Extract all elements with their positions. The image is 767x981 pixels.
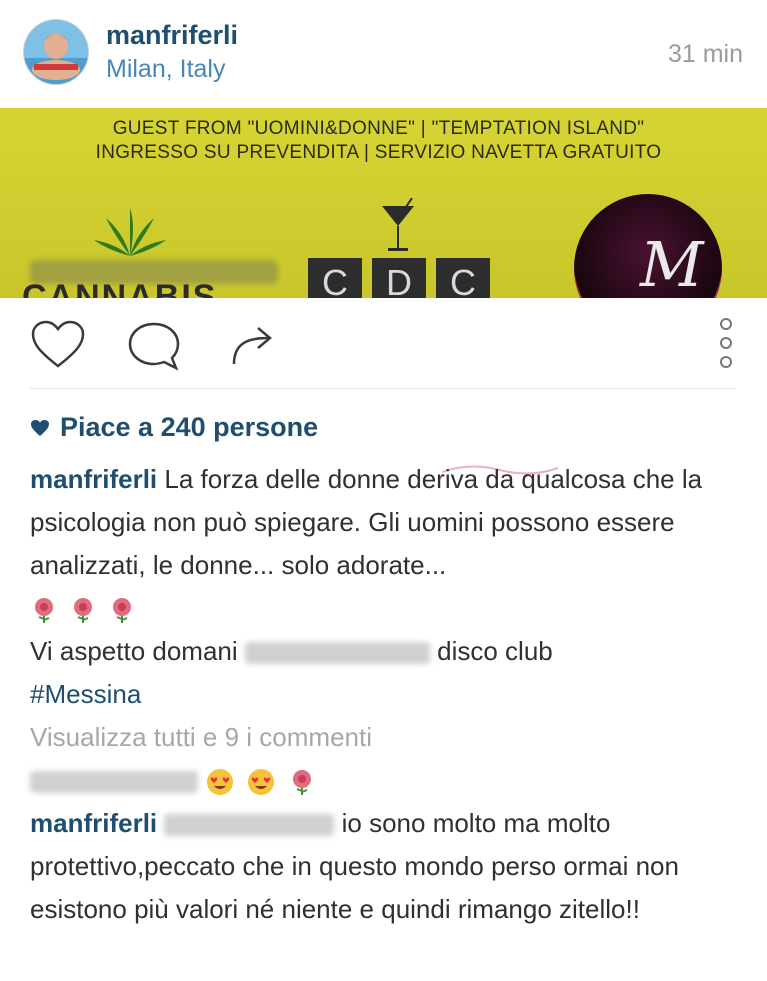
- likes-text: Piace a 240 persone: [60, 412, 319, 442]
- more-options-icon[interactable]: [718, 316, 734, 370]
- blurred-mention: [164, 814, 335, 837]
- caption-line-2-after: disco club: [437, 636, 553, 666]
- banner-line-2: INGRESSO SU PREVENDITA | SERVIZIO NAVETT…: [95, 142, 662, 163]
- rose-icon: [113, 598, 132, 624]
- banner-line-1: GUEST FROM "UOMINI&DONNE" | "TEMPTATION …: [112, 118, 645, 139]
- view-all-comments-link[interactable]: Visualizza tutti e 9 i commenti: [30, 716, 745, 759]
- comment-row: [30, 759, 745, 802]
- blurred-commenter-name: [30, 771, 198, 794]
- action-bar: [0, 298, 767, 388]
- logo-letter-d: D: [372, 258, 426, 298]
- hashtag-link[interactable]: #Messina: [30, 673, 745, 716]
- reply-comment: manfriferli io sono molto ma molto prote…: [30, 802, 745, 931]
- cocktail-glass-icon: [382, 198, 414, 251]
- small-heart-icon: [31, 419, 49, 436]
- banner-logo-right-letter: M: [640, 228, 704, 298]
- logo-letter-c: C: [308, 258, 362, 298]
- reply-username[interactable]: manfriferli: [30, 808, 157, 838]
- rose-icon: [74, 598, 93, 624]
- post-time: 31 min: [667, 40, 743, 68]
- post-location[interactable]: Milan, Italy: [106, 55, 225, 84]
- caption-block: manfriferli La forza delle donne deriva …: [30, 458, 745, 931]
- likes-count[interactable]: Piace a 240 persone: [30, 412, 318, 443]
- heart-eyes-emoji-icon: [207, 769, 234, 796]
- caption-line-2: Vi aspetto domani disco club: [30, 630, 745, 673]
- post-image[interactable]: GUEST FROM "UOMINI&DONNE" | "TEMPTATION …: [0, 108, 767, 298]
- avatar[interactable]: [24, 20, 88, 84]
- share-icon[interactable]: [228, 320, 278, 370]
- rose-icon: [292, 770, 311, 796]
- rose-emojis: [30, 587, 745, 630]
- caption: manfriferli La forza delle donne deriva …: [30, 458, 745, 587]
- comment-icon[interactable]: [126, 320, 182, 372]
- heart-icon[interactable]: [30, 320, 86, 370]
- caption-line-2-before: Vi aspetto domani: [30, 636, 238, 666]
- logo-letter-c2: C: [436, 258, 490, 298]
- banner-logo-center: C D C: [308, 258, 490, 298]
- caption-username[interactable]: manfriferli: [30, 464, 157, 494]
- blurred-venue-name: [244, 642, 430, 665]
- leaf-logo-icon: [94, 208, 166, 256]
- post-username[interactable]: manfriferli: [106, 20, 238, 51]
- avatar-image: [24, 20, 88, 84]
- divider: [30, 388, 736, 389]
- rose-icon: [35, 598, 53, 624]
- heart-eyes-emoji-icon: [248, 769, 275, 796]
- banner-logo-left: CANNABIS: [22, 278, 218, 298]
- post-header: manfriferli Milan, Italy 31 min: [0, 0, 767, 108]
